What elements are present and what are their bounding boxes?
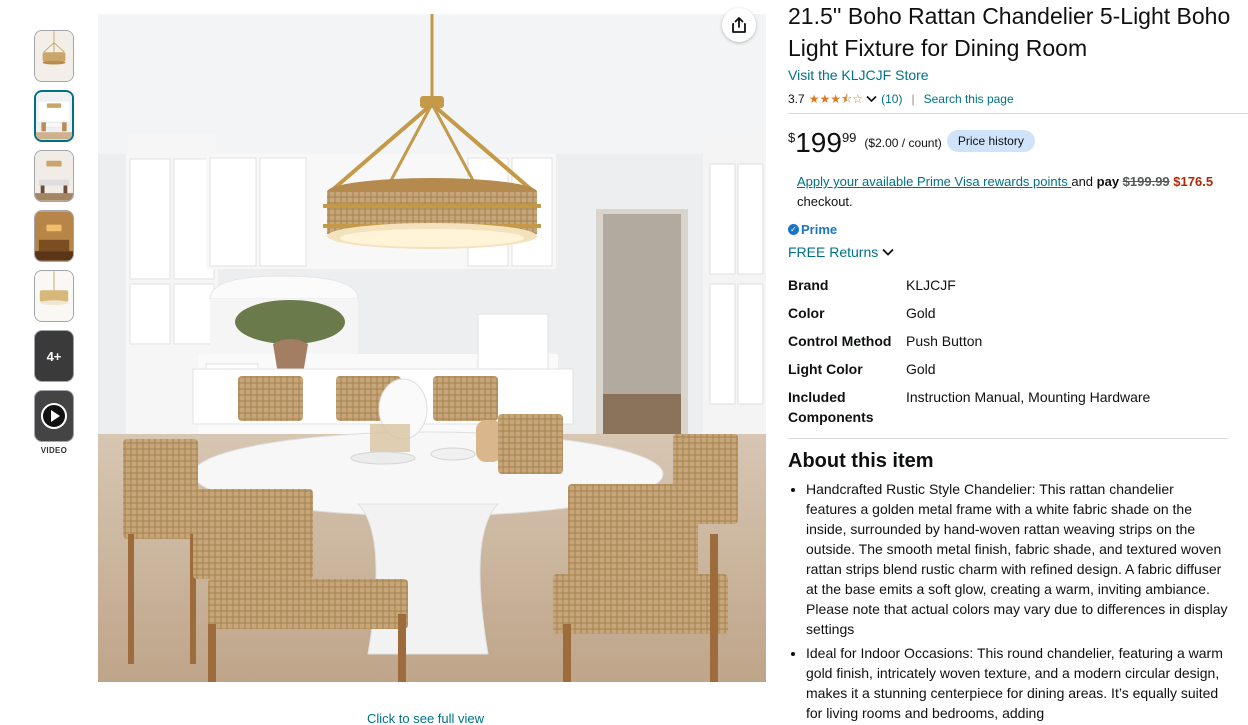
spec-value: Gold — [906, 305, 936, 321]
free-returns-label: FREE Returns — [788, 244, 879, 260]
thumbnail-1[interactable] — [34, 30, 74, 82]
spec-row: Color Gold — [788, 300, 1228, 328]
promo-and-text: and — [1071, 174, 1097, 189]
main-product-image[interactable] — [98, 14, 766, 682]
star-full-icon: ★ — [830, 92, 841, 106]
video-thumbnail[interactable] — [34, 390, 74, 442]
divider — [788, 113, 1248, 114]
spec-key: Included Components — [788, 389, 874, 425]
about-bullet: Ideal for Indoor Occasions: This round c… — [806, 643, 1228, 723]
prime-badge: ✓ Prime — [788, 222, 1248, 237]
store-link[interactable]: Visit the KLJCJF Store — [788, 67, 929, 83]
separator: | — [911, 92, 915, 106]
price-whole: 199 — [795, 127, 842, 158]
click-full-view-link[interactable]: Click to see full view — [367, 711, 484, 725]
spec-row: Light Color Gold — [788, 356, 1228, 384]
spec-key: Color — [788, 305, 825, 321]
price-symbol: $ — [788, 130, 796, 145]
about-bullet: Handcrafted Rustic Style Chandelier: Thi… — [806, 479, 1228, 639]
spec-key: Brand — [788, 277, 829, 293]
divider — [788, 438, 1228, 439]
video-label: VIDEO — [40, 446, 68, 455]
spec-row: Included Components Instruction Manual, M… — [788, 384, 1228, 432]
spec-value: Push Button — [906, 333, 983, 349]
rating-count-link[interactable]: (10) — [881, 92, 902, 106]
prime-label: Prime — [801, 222, 838, 237]
about-this-item-heading: About this item — [788, 450, 934, 472]
price-fraction: 99 — [841, 130, 857, 145]
spec-row: Control Method Push Button — [788, 328, 1228, 356]
chevron-down-icon — [882, 248, 894, 256]
price-history-button[interactable]: Price history — [946, 130, 1035, 152]
more-thumbnails-button[interactable]: 4+ — [34, 330, 74, 382]
thumbnail-2[interactable] — [34, 90, 74, 142]
price-per-unit: ($2.00 / count) — [864, 136, 942, 150]
search-this-page-link[interactable]: Search this page — [924, 92, 1014, 106]
thumbnail-5[interactable] — [34, 270, 74, 322]
spec-value: Instruction Manual, Mounting Hardware — [906, 389, 1151, 405]
chevron-down-icon[interactable] — [866, 95, 877, 103]
prime-visa-promo: Apply your available Prime Visa rewards … — [788, 172, 1248, 192]
play-icon — [41, 403, 67, 429]
spec-key: Light Color — [788, 361, 863, 377]
star-empty-icon: ☆ — [852, 92, 864, 106]
spec-value: Gold — [906, 361, 936, 377]
thumbnail-3[interactable] — [34, 150, 74, 202]
star-full-icon: ★ — [819, 92, 831, 106]
thumbnail-strip: 4+ VIDEO — [34, 30, 74, 455]
prime-visa-rewards-link[interactable]: Apply your available Prime Visa rewards … — [797, 174, 1071, 189]
promo-old-price: $199.99 — [1122, 174, 1170, 189]
spec-row: Brand KLJCJF — [788, 272, 1228, 300]
star-full-icon: ★ — [808, 92, 820, 106]
product-details: 21.5'' Boho Rattan Chandelier 5-Light Bo… — [788, 0, 1248, 725]
price-row: $ 199 99 ($2.00 / count) Price history — [788, 128, 1248, 164]
promo-new-price: $176.5 — [1173, 174, 1214, 189]
rating-row: 3.7 ★ ★ ★ ⯪ ☆ (10) | Search this page — [788, 91, 1248, 107]
star-half-icon: ⯪ — [840, 92, 853, 106]
more-thumbnails-label: 4+ — [46, 348, 62, 364]
prime-check-icon: ✓ — [788, 224, 799, 235]
spec-key: Control Method — [788, 333, 892, 349]
rating-stars[interactable]: ★ ★ ★ ⯪ ☆ — [809, 93, 863, 105]
rating-value: 3.7 — [788, 92, 805, 106]
free-returns-link[interactable]: FREE Returns — [788, 244, 1248, 260]
product-title: 21.5'' Boho Rattan Chandelier 5-Light Bo… — [788, 3, 1231, 61]
promo-pay-text: pay — [1096, 174, 1123, 189]
share-button[interactable] — [722, 8, 756, 42]
product-specs-table: Brand KLJCJF Color Gold Control Method Push… — [788, 272, 1228, 432]
thumbnail-4[interactable] — [34, 210, 74, 262]
promo-checkout-text: checkout. — [797, 194, 853, 209]
share-icon — [732, 17, 746, 33]
about-bullets: Handcrafted Rustic Style Chandelier: Thi… — [788, 479, 1228, 723]
spec-value: KLJCJF — [906, 277, 956, 293]
